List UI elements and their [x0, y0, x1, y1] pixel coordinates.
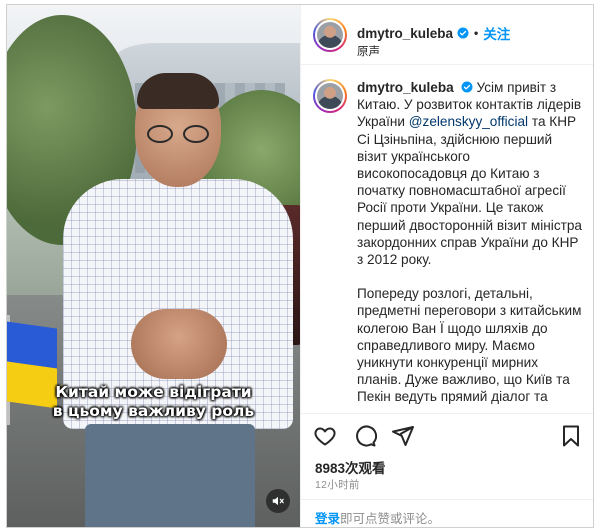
caption-text: та КНР Сі Цзіньпіна, здійснюю перший віз… — [357, 114, 582, 268]
action-bar — [301, 413, 593, 457]
video-person — [63, 69, 293, 527]
follow-button[interactable]: 关注 — [483, 23, 510, 43]
login-prompt: 登录即可点赞或评论。 — [315, 508, 440, 527]
login-prompt-text: 即可点赞或评论。 — [340, 512, 441, 526]
bookmark-icon[interactable] — [559, 424, 583, 448]
subtitle-line: Китай може відіграти — [55, 383, 252, 401]
post-panel: dmytro_kuleba • 关注 原声 dmytro_kuleba Усім… — [300, 5, 593, 527]
person-pants — [85, 424, 255, 527]
caption-username[interactable]: dmytro_kuleba — [357, 80, 454, 95]
flag-blue-stripe — [7, 321, 57, 369]
mute-button[interactable] — [266, 489, 290, 513]
speaker-muted-icon — [272, 496, 284, 506]
mention-link[interactable]: @zelenskyy_official — [409, 114, 528, 129]
verified-icon — [457, 27, 469, 39]
login-prompt-bar: 登录即可点赞或评论。 — [301, 499, 593, 527]
avatar[interactable] — [313, 79, 347, 113]
post-video[interactable]: Китай може відіграти в цьому важливу рол… — [7, 5, 300, 527]
caption-paragraph: Попереду розлогі, детальні, предметні пе… — [357, 286, 582, 405]
caption-paragraph: dmytro_kuleba Усім привіт з Китаю. У роз… — [357, 79, 583, 268]
audio-link[interactable]: 原声 — [357, 43, 380, 59]
caption-area: dmytro_kuleba Усім привіт з Китаю. У роз… — [301, 67, 593, 412]
share-icon[interactable] — [391, 424, 415, 448]
login-link[interactable]: 登录 — [315, 512, 340, 526]
subtitle-line: в цьому важливу роль — [52, 402, 255, 420]
instagram-post-frame: Китай може відіграти в цьому важливу рол… — [6, 4, 594, 528]
person-glasses — [147, 125, 209, 143]
avatar[interactable] — [313, 18, 347, 52]
post-caption: dmytro_kuleba Усім привіт з Китаю. У роз… — [357, 79, 583, 406]
person-hair — [137, 73, 219, 109]
separator-dot: • — [474, 26, 479, 40]
person-hands — [131, 309, 227, 379]
verified-icon — [461, 81, 473, 93]
post-timestamp[interactable]: 12小时前 — [315, 477, 360, 492]
comment-icon[interactable] — [353, 424, 377, 448]
video-subtitle: Китай може відіграти в цьому важливу рол… — [7, 383, 300, 421]
header-username[interactable]: dmytro_kuleba — [357, 26, 453, 41]
post-header: dmytro_kuleba • 关注 原声 — [301, 5, 593, 65]
view-count: 8983次观看 — [315, 461, 386, 476]
heart-icon[interactable] — [313, 424, 337, 448]
header-user-row: dmytro_kuleba • 关注 — [357, 23, 510, 43]
